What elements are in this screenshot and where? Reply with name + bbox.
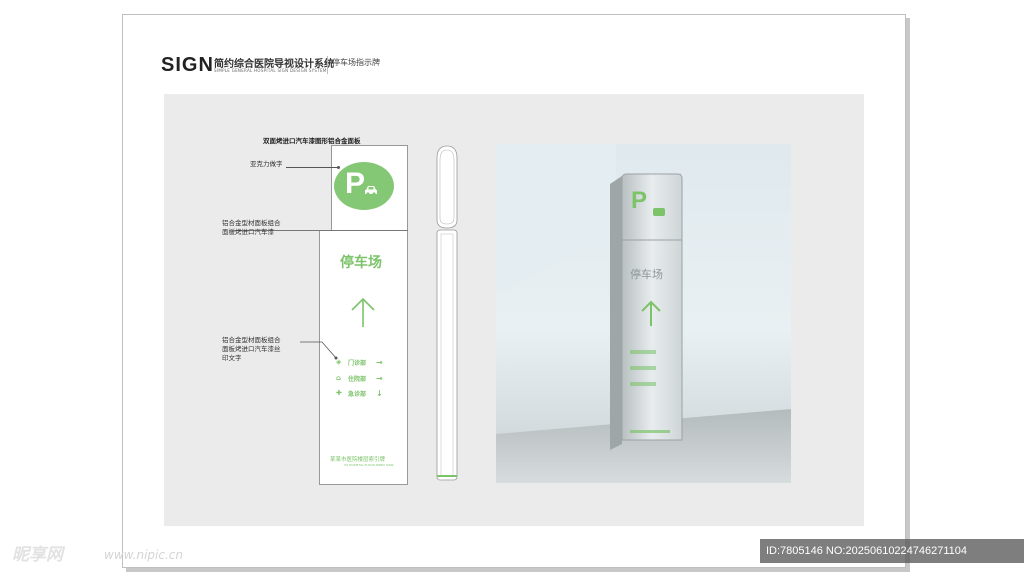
render-illustration: P 停车场 <box>496 144 791 483</box>
annotation-line: 面板烤进口汽车漆 <box>222 228 274 236</box>
leader-line <box>286 167 338 168</box>
title-divider <box>327 56 328 74</box>
system-title-en: SIMPLE GENERAL HOSPITAL SIGN DESIGN SYST… <box>214 68 327 73</box>
sign-render-photo: P 停车场 <box>496 144 791 483</box>
right-arrow-icon: → <box>376 374 383 383</box>
watermark-brand: 昵享网 <box>12 545 63 565</box>
inpatient-icon: ⌂ <box>336 374 342 382</box>
sign-footer: 某某市医院楼层索引牌 <box>330 457 386 463</box>
svg-text:P: P <box>631 187 647 214</box>
emergency-icon: ✚ <box>336 389 342 397</box>
annotation-line: 印文字 <box>222 354 242 362</box>
down-arrow-icon: ↓ <box>376 389 383 398</box>
side-profile-drawing <box>436 145 458 481</box>
sign-heading: SIGN <box>161 54 214 76</box>
drawing-title: 双面烤进口汽车漆图形铝合金面板 <box>263 137 361 145</box>
sheet-subtitle: 停车场指示牌 <box>332 58 380 67</box>
up-arrow-icon <box>351 297 375 327</box>
leader-dot <box>337 166 340 169</box>
annotation-print: 铝合金型材面板组合 面板烤进口汽车漆丝 印文字 <box>222 336 281 363</box>
direction-row-inpatient: ⌂ 住院部 → <box>336 374 383 383</box>
annotation-line: 铝合金型材面板组合 <box>222 219 281 227</box>
parking-lot-label: 停车场 <box>340 255 382 271</box>
car-icon <box>365 186 377 196</box>
leader-line <box>300 341 338 360</box>
direction-label: 门诊部 <box>348 360 367 367</box>
right-arrow-icon: → <box>376 358 383 367</box>
sign-footer-en: XX HOSPITAL FLOOR INDEX SIGN <box>344 463 394 467</box>
image-id-text: ID:7805146 NO:20250610224746271104 <box>766 545 968 557</box>
parking-letter: P <box>345 167 366 200</box>
direction-label: 急诊部 <box>348 391 367 398</box>
watermark-url: www.nipic.cn <box>104 548 183 562</box>
svg-text:停车场: 停车场 <box>630 267 663 281</box>
direction-label: 住院部 <box>348 376 367 383</box>
direction-row-emergency: ✚ 急诊部 ↓ <box>336 389 383 398</box>
annotation-line: 铝合金型材面板组合 <box>222 336 281 344</box>
direction-row-outpatient: ◈ 门诊部 → <box>336 358 383 367</box>
annotation-panel: 铝合金型材面板组合 面板烤进口汽车漆 <box>222 219 281 237</box>
annotation-line: 面板烤进口汽车漆丝 <box>222 345 281 353</box>
annotation-acrylic: 亚克力做字 <box>250 160 283 168</box>
